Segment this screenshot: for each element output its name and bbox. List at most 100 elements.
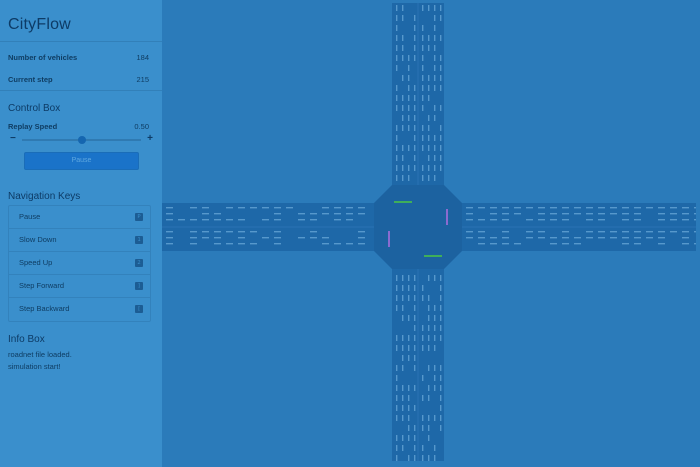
vehicle (422, 415, 424, 421)
vehicle (562, 231, 569, 233)
vehicle (274, 243, 281, 245)
vehicle (402, 385, 404, 391)
vehicle (422, 165, 424, 171)
vehicle (396, 45, 398, 51)
vehicle (408, 115, 410, 121)
vehicle (428, 95, 430, 101)
vehicle (428, 145, 430, 151)
vehicle (396, 445, 398, 451)
vehicle (526, 237, 533, 239)
nav-item-speed-up[interactable]: Speed Up 2 (9, 252, 150, 275)
vehicle (286, 207, 293, 209)
vehicle (214, 243, 221, 245)
vehicle (402, 115, 404, 121)
vehicle (574, 243, 581, 245)
replay-speed-slider[interactable]: − + (8, 133, 153, 146)
vehicle (574, 237, 581, 239)
vehicle (322, 237, 329, 239)
vehicle (598, 213, 605, 215)
vehicle (396, 135, 398, 141)
vehicle (658, 231, 665, 233)
vehicle (358, 243, 365, 245)
vehicle (238, 243, 245, 245)
vehicle (402, 35, 404, 41)
vehicle (396, 95, 398, 101)
slow-down-icon[interactable]: − (10, 133, 16, 144)
vehicle (434, 75, 436, 81)
vehicle (440, 125, 442, 131)
vehicle (526, 219, 533, 221)
vehicle (440, 375, 442, 381)
vehicle (658, 219, 665, 221)
vehicle (550, 243, 557, 245)
vehicle (694, 243, 696, 245)
vehicle (428, 85, 430, 91)
nav-item-slow-down[interactable]: Slow Down 1 (9, 229, 150, 252)
vehicle (466, 237, 473, 239)
nav-item-step-forward[interactable]: Step Forward ] (9, 275, 150, 298)
vehicle (658, 213, 665, 215)
vehicle (190, 243, 197, 245)
vehicle (422, 135, 424, 141)
intersection (374, 185, 462, 269)
vehicle (440, 405, 442, 411)
vehicle (414, 445, 416, 451)
vehicle (434, 65, 436, 71)
vehicle (402, 45, 404, 51)
vehicle (414, 305, 416, 311)
vehicle (298, 219, 305, 221)
vehicle (402, 285, 404, 291)
vehicle (466, 231, 473, 233)
vehicle (562, 243, 569, 245)
vehicle (358, 237, 365, 239)
nav-item-pause[interactable]: Pause P (9, 206, 150, 229)
vehicle (396, 65, 398, 71)
vehicle (428, 425, 430, 431)
vehicle (428, 165, 430, 171)
vehicle (428, 75, 430, 81)
vehicle (358, 231, 365, 233)
vehicle (402, 145, 404, 151)
vehicle (414, 25, 416, 31)
vehicle (428, 45, 430, 51)
vehicle (434, 375, 436, 381)
vehicle (434, 175, 436, 181)
vehicle (428, 155, 430, 161)
vehicle (190, 237, 197, 239)
speed-up-icon[interactable]: + (147, 133, 153, 144)
vehicle (202, 213, 209, 215)
slider-thumb[interactable] (77, 136, 86, 144)
vehicle (434, 105, 436, 111)
simulation-canvas[interactable] (162, 3, 696, 461)
vehicle (428, 415, 430, 421)
vehicle (202, 231, 209, 233)
vehicle (434, 25, 436, 31)
vehicle (408, 355, 410, 361)
vehicle (428, 335, 430, 341)
vehicle (396, 435, 398, 441)
replay-speed-row: Replay Speed 0.50 (8, 122, 149, 131)
vehicle (478, 207, 485, 209)
vehicle (428, 125, 430, 131)
vehicle (414, 345, 416, 351)
vehicle (402, 175, 404, 181)
vehicle (414, 95, 416, 101)
vehicle (622, 207, 629, 209)
roadnet-view[interactable] (162, 3, 696, 461)
vehicle (396, 105, 398, 111)
vehicle (214, 231, 221, 233)
vehicle (422, 75, 424, 81)
vehicle (414, 355, 416, 361)
vehicle (490, 219, 497, 221)
vehicle (402, 295, 404, 301)
vehicle (598, 237, 605, 239)
pause-button[interactable]: Pause (24, 152, 139, 170)
vehicle (262, 237, 269, 239)
nav-item-step-backward[interactable]: Step Backward [ (9, 298, 150, 321)
vehicle (166, 207, 173, 209)
vehicle (422, 125, 424, 131)
vehicle (414, 105, 416, 111)
vehicle (574, 213, 581, 215)
vehicle (422, 375, 424, 381)
vehicle (402, 5, 404, 11)
